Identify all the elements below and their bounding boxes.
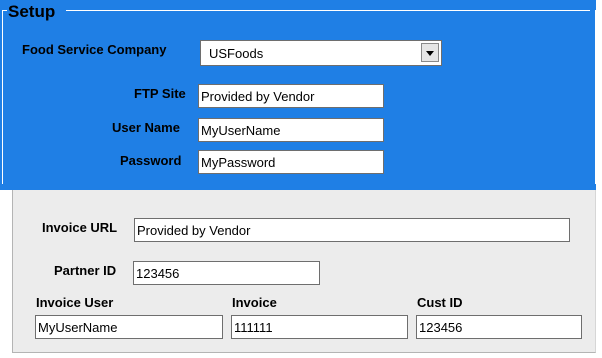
password-label: Password xyxy=(120,153,182,168)
fieldset-border xyxy=(2,10,3,184)
setup-panel: Setup Food Service Company USFoods FTP S… xyxy=(0,0,596,184)
setup-legend: Setup xyxy=(8,2,56,21)
ftp-site-label: FTP Site xyxy=(134,86,186,101)
invoice-label: Invoice xyxy=(232,295,277,310)
food-service-company-label: Food Service Company xyxy=(22,42,167,57)
invoice-field[interactable]: 111111 xyxy=(231,315,408,339)
partner-id-label: Partner ID xyxy=(54,263,117,278)
dropdown-button[interactable] xyxy=(421,43,439,62)
user-name-field[interactable]: MyUserName xyxy=(198,118,384,142)
fieldset-border xyxy=(66,10,590,11)
user-name-label: User Name xyxy=(112,120,180,135)
fieldset-border xyxy=(595,10,596,184)
invoice-url-label: Invoice URL xyxy=(42,220,118,235)
cust-id-label: Cust ID xyxy=(417,295,463,310)
partner-id-field[interactable]: 123456 xyxy=(133,261,320,285)
cust-id-field[interactable]: 123456 xyxy=(416,315,582,339)
password-field[interactable]: MyPassword xyxy=(198,150,384,174)
invoice-url-field[interactable]: Provided by Vendor xyxy=(134,218,570,242)
food-service-company-select[interactable]: USFoods xyxy=(200,40,442,66)
invoice-user-field[interactable]: MyUserName xyxy=(35,315,223,339)
invoice-user-label: Invoice User xyxy=(36,295,114,310)
food-service-company-value: USFoods xyxy=(209,46,264,61)
chevron-down-icon xyxy=(426,51,434,56)
ftp-site-field[interactable]: Provided by Vendor xyxy=(198,84,384,108)
